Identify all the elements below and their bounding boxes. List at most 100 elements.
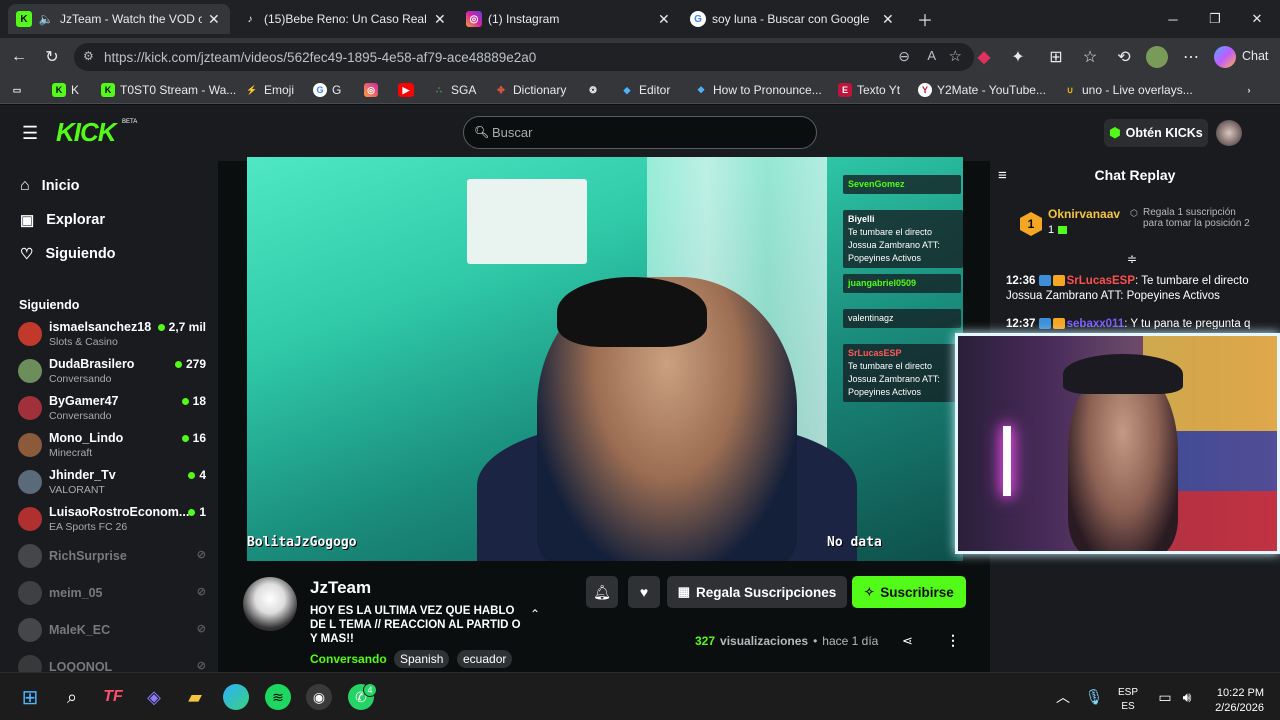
chat-user[interactable]: sebaxx011 [1067,318,1125,329]
bookmark-tosto[interactable]: K T0ST0 Stream - Wa... [101,81,236,99]
bookmark-sga[interactable]: ∴ SGA [432,81,476,99]
sidebar-channel[interactable]: DudaBrasilero Conversando 279 [18,356,206,390]
more-menu-icon[interactable]: ⋯ [1180,46,1202,68]
top-gifter-name[interactable]: Oknirvanaav [1048,207,1120,221]
subscribe-button[interactable]: ✧ Suscribirse [852,576,966,608]
bookmarks-overflow-icon[interactable]: › [1242,81,1256,99]
bookmark-pronounce[interactable]: ❖ How to Pronounce... [694,81,822,99]
app-diamond-icon[interactable]: ◈ [141,684,167,710]
bookmark-y2mate[interactable]: Y Y2Mate - YouTube... [918,81,1046,99]
tray-chevron-icon[interactable]: ︿ [1050,684,1076,710]
close-icon[interactable]: ✕ [208,11,222,28]
split-screen-icon[interactable]: ⊞ [1045,46,1067,68]
live-dot-icon [174,360,182,368]
profile-avatar[interactable] [1146,46,1168,68]
sidebar-item-following[interactable]: ♡ Siguiendo [20,245,116,263]
user-avatar[interactable] [1216,120,1242,146]
extensions-puzzle-icon[interactable]: ✦ [1007,46,1029,68]
bookmark-openai[interactable]: ❂ [586,81,600,99]
share-icon[interactable]: ⋖ [902,633,913,649]
windows-start-icon[interactable]: ⊞ [17,684,43,710]
favorite-star-icon[interactable]: ☆ [949,47,962,65]
hamburger-menu-icon[interactable]: ☰ [22,123,38,144]
restore-icon[interactable]: ❐ [1204,8,1226,30]
close-icon[interactable]: ✕ [658,11,672,28]
bookmark-uno[interactable]: ∪ uno - Live overlays... [1063,81,1193,99]
notification-bell-button[interactable]: 🔔︎ [586,576,618,608]
bookmark-dictionary[interactable]: ✤ Dictionary [494,81,566,99]
follow-button[interactable]: ♥ [628,576,660,608]
sidebar-channel[interactable]: LuisaoRostroEconom... EA Sports FC 26 1 [18,504,206,538]
microphone-icon[interactable]: 🎙︎ [1081,684,1107,710]
sidebar-channel[interactable]: LOQONOL ⊘ [18,652,206,672]
file-explorer-icon[interactable]: ▰ [182,684,208,710]
spotify-icon[interactable]: ≋ [265,684,291,710]
url-input[interactable]: ⚙ https://kick.com/jzteam/videos/562fec4… [74,43,974,71]
history-icon[interactable]: ⟲ [1113,46,1135,68]
sidebar-channel[interactable]: ByGamer47 Conversando 18 [18,393,206,427]
video-chat-user: SrLucasESP [848,348,902,358]
window-close-icon[interactable]: ✕ [1246,8,1268,30]
tab-tiktok[interactable]: ♪ (15)Bebe Reno: Un Caso Real que ✕ [234,4,456,34]
edge-browser-icon[interactable] [223,684,249,710]
expand-leaderboard-icon[interactable]: ≑ [1127,252,1137,266]
tag-ecuador[interactable]: ecuador [457,650,513,668]
tf-app-icon[interactable]: TF [100,684,126,710]
bookmark-youtube[interactable]: ▶ [398,81,414,99]
gift-subs-button[interactable]: ▦ Regala Suscripciones [667,576,847,608]
bookmark-g[interactable]: GG [313,81,341,99]
chat-message: 12:36 SrLucasESP: Te tumbare el directo … [1006,274,1271,304]
sidebar-item-home[interactable]: ⌂ Inicio [20,177,80,195]
minimize-icon[interactable]: ─ [1162,8,1184,30]
sidebar-channel[interactable]: meim_05 ⊘ [18,578,206,612]
sidebar-channel[interactable]: Mono_Lindo Minecraft 16 [18,430,206,464]
gift-prompt[interactable]: ⬡ Regala 1 suscripción para tomar la posi… [1130,207,1250,229]
bookmark-instagram[interactable]: ◎ [364,81,378,99]
video-player[interactable]: BolitaJzGogogo No data SevenGomez Biyell… [247,157,963,561]
sidebar-item-explore[interactable]: ▣ Explorar [20,211,105,229]
get-kicks-button[interactable]: ⬢ Obtén KICKs [1104,119,1208,147]
bookmark-emoji[interactable]: ⚡ Emoji [245,81,294,99]
site-info-icon[interactable]: ⚙ [83,49,94,63]
chat-user[interactable]: SrLucasESP [1067,275,1135,287]
speaker-icon[interactable]: 🔈 [38,11,54,27]
channel-name[interactable]: JzTeam [310,578,371,598]
chat-label[interactable]: Chat [1242,49,1268,63]
tab-instagram[interactable]: ◎ (1) Instagram ✕ [458,4,680,34]
obs-icon[interactable]: ◉ [306,684,332,710]
channel-avatar[interactable] [243,577,297,631]
language-indicator[interactable]: ESP ES [1118,686,1138,714]
read-aloud-icon[interactable]: A [927,48,936,63]
sidebar-channel[interactable]: MaleK_EC ⊘ [18,615,206,649]
chat-text: : Y tu pana te pregunta q [1124,318,1251,329]
bookmarks-menu-icon[interactable]: ▭ [10,81,24,99]
viewer-count: 16 [192,431,206,445]
tab-google[interactable]: G soy luna - Buscar con Google ✕ [682,4,904,34]
sidebar-channel[interactable]: Jhinder_Tv VALORANT 4 [18,467,206,501]
favorites-icon[interactable]: ☆ [1079,46,1101,68]
copilot-icon[interactable] [1214,46,1236,68]
sidebar-channel[interactable]: ismaelsanchez18 Slots & Casino 2,7 mil [18,319,206,353]
stream-category[interactable]: Conversando [310,652,387,666]
bookmark-texto-yt[interactable]: E Texto Yt [838,81,900,99]
sidebar-channel[interactable]: RichSurprise ⊘ [18,541,206,575]
tag-spanish[interactable]: Spanish [394,650,450,668]
more-options-icon[interactable]: ⋮ [946,632,960,649]
close-icon[interactable]: ✕ [882,11,896,28]
clock[interactable]: 10:22 PM 2/26/2026 [1206,686,1264,716]
extension-icon[interactable]: ◆ [973,46,995,68]
chat-time: 12:37 [1006,318,1036,329]
new-tab-icon[interactable]: ＋ [914,8,936,30]
zoom-icon[interactable]: ⊖ [898,48,910,65]
tab-kick[interactable]: K 🔈 JzTeam - Watch the VOD on K ✕ [8,4,230,34]
close-icon[interactable]: ✕ [434,11,448,28]
volume-icon[interactable]: 🔊︎ [1174,684,1200,710]
bookmark-editor[interactable]: ◆ Editor [620,81,671,99]
back-icon[interactable]: ← [8,46,30,68]
bookmark-k[interactable]: KK [52,81,79,99]
search-icon[interactable]: ⌕ [59,684,85,710]
refresh-icon[interactable]: ↻ [41,46,63,68]
chevron-up-icon[interactable]: ⌃ [530,607,540,621]
search-input[interactable]: 🔍︎ Buscar [463,116,817,149]
kick-logo[interactable]: KICK [56,117,117,148]
